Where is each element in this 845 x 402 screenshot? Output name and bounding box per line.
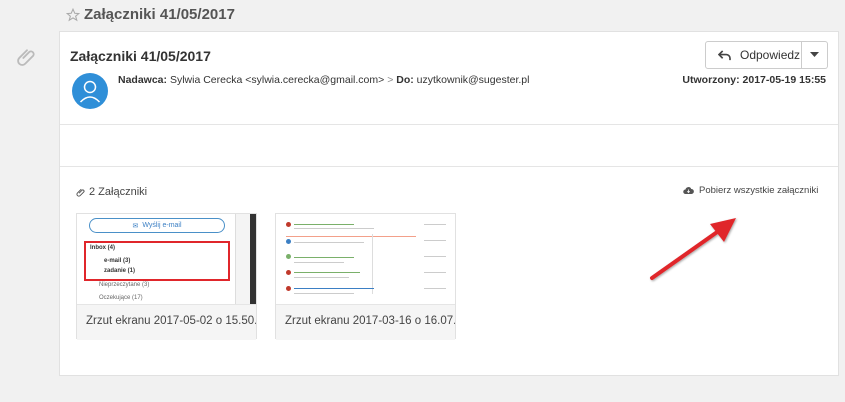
preview-row	[424, 224, 446, 225]
divider	[60, 124, 838, 125]
preview-dark-edge	[250, 214, 256, 304]
message-meta: Nadawca: Sylwia Cerecka <sylwia.cerecka@…	[118, 74, 529, 86]
preview-waiting: Oczekujące (17)	[99, 295, 143, 301]
divider	[60, 166, 838, 167]
created-value: 2017-05-19 15:55	[742, 74, 826, 86]
preview-row	[294, 293, 354, 294]
preview-row	[294, 257, 354, 258]
preview-row	[294, 262, 344, 263]
download-all-link[interactable]: Pobierz wszystkie załączniki	[683, 185, 818, 196]
chevron-down-icon	[810, 52, 819, 57]
preview-dot	[286, 254, 291, 259]
reply-icon	[718, 49, 731, 60]
preview-send-email-button: ✉ Wyślij e-mail	[89, 218, 225, 233]
preview-row	[424, 272, 446, 273]
preview-row	[294, 288, 374, 289]
preview-row	[424, 288, 446, 289]
preview-unread: Nieprzeczytane (3)	[99, 282, 150, 288]
page-title-bar: Załączniki 41/05/2017	[66, 6, 235, 23]
attachment-thumbnail[interactable]: Zrzut ekranu 2017-03-16 o 16.07.5	[275, 213, 456, 340]
preview-row	[294, 224, 354, 225]
preview-dot	[286, 222, 291, 227]
sender-label: Nadawca:	[118, 74, 168, 86]
preview-row	[294, 228, 374, 229]
created-label: Utworzony:	[682, 74, 740, 86]
cloud-download-icon	[683, 187, 694, 194]
preview-row	[294, 272, 360, 273]
page-title: Załączniki 41/05/2017	[84, 6, 235, 23]
preview-dropdown-edge	[372, 234, 373, 294]
attachment-caption: Zrzut ekranu 2017-05-02 o 15.50.5	[77, 304, 256, 340]
preview-row	[424, 256, 446, 257]
attachment-thumbnail[interactable]: ✉ Wyślij e-mail Inbox (4) e-mail (3) zada…	[76, 213, 257, 340]
message-card: Załączniki 41/05/2017 Odpowiedz Nadawca:	[59, 31, 839, 376]
star-icon[interactable]	[66, 7, 80, 22]
sender-value[interactable]: Sylwia Cerecka <sylwia.cerecka@gmail.com…	[170, 74, 384, 86]
user-icon	[79, 80, 101, 103]
attachment-preview-image: ✉ Wyślij e-mail Inbox (4) e-mail (3) zada…	[77, 214, 256, 304]
preview-inbox: Inbox (4)	[90, 245, 115, 251]
preview-row	[286, 236, 416, 237]
recipient-value[interactable]: uzytkownik@sugester.pl	[417, 74, 530, 86]
reply-label: Odpowiedz	[740, 48, 801, 62]
preview-dot	[286, 286, 291, 291]
reply-dropdown-button[interactable]	[802, 41, 828, 69]
download-all-label: Pobierz wszystkie załączniki	[699, 185, 819, 196]
recipient-separator: >	[387, 74, 394, 86]
preview-task: zadanie (1)	[104, 268, 136, 274]
reply-button[interactable]: Odpowiedz	[705, 41, 802, 69]
preview-row	[294, 277, 349, 278]
avatar	[72, 73, 108, 109]
arrow-annotation-icon	[650, 218, 736, 280]
attachments-count: 2 Załączniki	[89, 186, 148, 198]
created-date: Utworzony: 2017-05-19 15:55	[682, 74, 826, 86]
attachments-heading: 2 Załączniki	[76, 186, 147, 198]
preview-dot	[286, 239, 291, 244]
paperclip-icon	[17, 49, 35, 66]
recipient-label: Do:	[396, 74, 414, 86]
message-subject: Załączniki 41/05/2017	[70, 48, 211, 64]
reply-button-group: Odpowiedz	[705, 41, 828, 69]
preview-row	[424, 240, 446, 241]
attachment-preview-image	[276, 214, 455, 304]
preview-row	[294, 242, 364, 243]
paperclip-icon	[76, 188, 85, 197]
message-header: Załączniki 41/05/2017 Odpowiedz Nadawca:	[60, 32, 838, 124]
preview-dot	[286, 270, 291, 275]
preview-email: e-mail (3)	[104, 258, 131, 264]
attachment-caption: Zrzut ekranu 2017-03-16 o 16.07.5	[276, 304, 455, 340]
